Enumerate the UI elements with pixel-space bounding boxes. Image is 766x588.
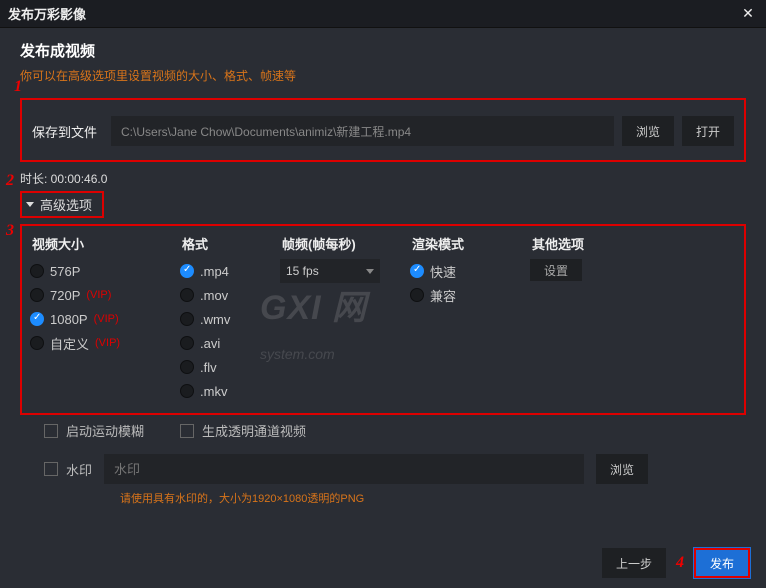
size-1080p[interactable]: 1080P(VIP) <box>30 307 180 331</box>
format-avi[interactable]: .avi <box>180 331 280 355</box>
render-fast[interactable]: 快速 <box>410 259 530 283</box>
watermark-input[interactable] <box>104 454 584 484</box>
format-mov[interactable]: .mov <box>180 283 280 307</box>
chevron-down-icon <box>26 202 34 207</box>
open-button[interactable]: 打开 <box>682 116 734 146</box>
save-path-input[interactable] <box>111 116 614 146</box>
advanced-label: 高级选项 <box>40 195 92 214</box>
settings-button[interactable]: 设置 <box>530 259 582 281</box>
annotation-3: 3 <box>6 222 14 240</box>
publish-button[interactable]: 发布 <box>694 548 750 578</box>
format-mp4[interactable]: .mp4 <box>180 259 280 283</box>
render-options: 快速 兼容 <box>410 259 530 403</box>
size-options: 576P 720P(VIP) 1080P(VIP) 自定义(VIP) <box>30 259 180 403</box>
other-options: 设置 <box>530 259 650 403</box>
watermark-browse-button[interactable]: 浏览 <box>596 454 648 484</box>
duration-label: 时长: 00:00:46.0 <box>20 170 746 187</box>
col-other: 其他选项 <box>530 232 650 259</box>
close-icon[interactable]: ✕ <box>738 4 758 24</box>
render-compat[interactable]: 兼容 <box>410 283 530 307</box>
col-size: 视频大小 <box>30 232 180 259</box>
chevron-down-icon <box>366 269 374 274</box>
col-fps: 帧频(帧每秒) <box>280 232 410 259</box>
watermark-checkbox[interactable]: 水印 <box>44 460 92 479</box>
annotation-4: 4 <box>676 554 684 572</box>
fps-select[interactable]: 15 fps <box>280 259 380 283</box>
size-custom[interactable]: 自定义(VIP) <box>30 331 180 355</box>
alpha-channel-checkbox[interactable]: 生成透明通道视频 <box>180 421 306 440</box>
save-label: 保存到文件 <box>32 122 97 141</box>
col-render: 渲染模式 <box>410 232 530 259</box>
format-flv[interactable]: .flv <box>180 355 280 379</box>
format-options: .mp4 .mov .wmv .avi .flv .mkv <box>180 259 280 403</box>
fps-options: 15 fps <box>280 259 410 403</box>
annotation-2: 2 <box>6 172 14 190</box>
titlebar-title: 发布万彩影像 <box>8 4 86 23</box>
advanced-toggle[interactable]: 高级选项 <box>20 191 104 218</box>
motion-blur-checkbox[interactable]: 启动运动模糊 <box>44 421 144 440</box>
page-subtitle: 你可以在高级选项里设置视频的大小、格式、帧速等 <box>20 67 746 84</box>
prev-button[interactable]: 上一步 <box>602 548 666 578</box>
size-576p[interactable]: 576P <box>30 259 180 283</box>
options-section: 视频大小 格式 帧频(帧每秒) 渲染模式 其他选项 576P 720P(VIP)… <box>20 224 746 415</box>
titlebar: 发布万彩影像 ✕ <box>0 0 766 28</box>
watermark-hint: 请使用具有水印的，大小为1920×1080透明的PNG <box>120 490 736 506</box>
page-title: 发布成视频 <box>20 40 746 61</box>
browse-button[interactable]: 浏览 <box>622 116 674 146</box>
format-wmv[interactable]: .wmv <box>180 307 280 331</box>
col-format: 格式 <box>180 232 280 259</box>
annotation-1: 1 <box>14 78 22 96</box>
format-mkv[interactable]: .mkv <box>180 379 280 403</box>
save-section: 保存到文件 浏览 打开 <box>20 98 746 162</box>
size-720p[interactable]: 720P(VIP) <box>30 283 180 307</box>
